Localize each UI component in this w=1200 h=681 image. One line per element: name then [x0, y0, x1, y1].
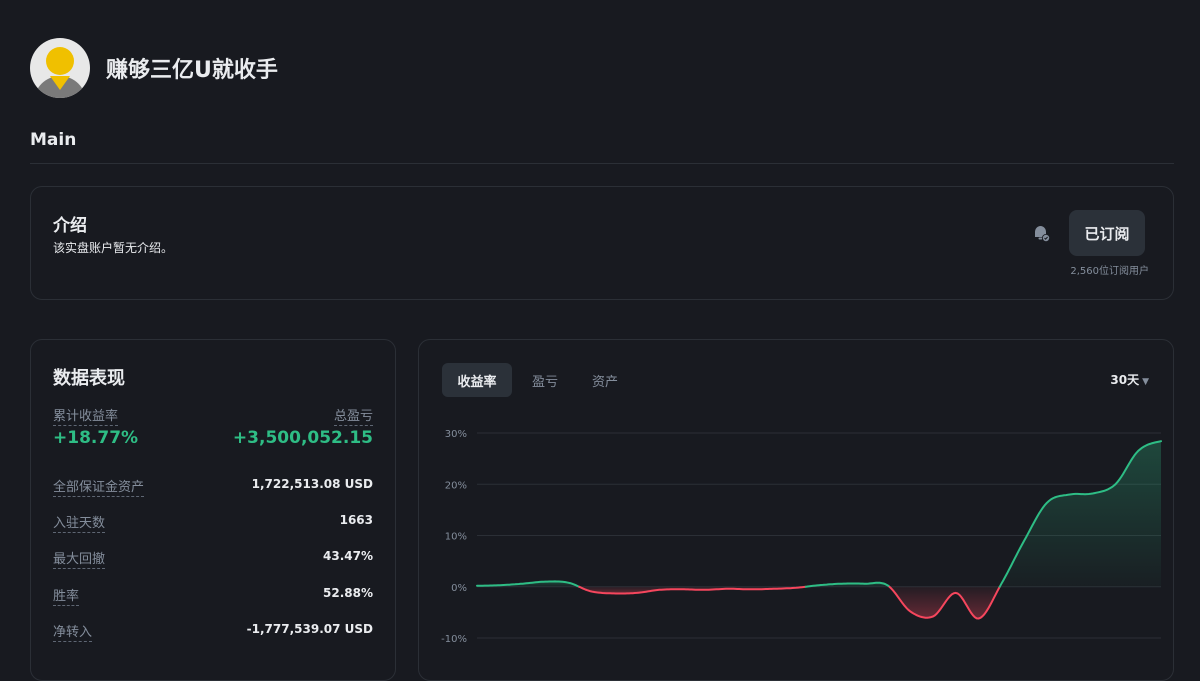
- avatar-collar: [50, 76, 70, 90]
- stats-title: 数据表现: [53, 368, 125, 389]
- notification-bell-icon[interactable]: [1031, 223, 1051, 243]
- avatar: [30, 38, 90, 98]
- stat-value-days: 1663: [339, 513, 373, 527]
- stat-label-margin-assets[interactable]: 全部保证金资产: [53, 476, 145, 497]
- intro-card: 介绍 该实盘账户暂无介绍。 已订阅 2,560位订阅用户: [30, 186, 1174, 300]
- section-title: Main: [30, 130, 77, 150]
- cumulative-return-label[interactable]: 累计收益率: [53, 405, 119, 426]
- positive-area: [999, 441, 1161, 587]
- stat-label-net-transfer[interactable]: 净转入: [53, 621, 93, 642]
- y-tick-label: 20%: [445, 480, 467, 491]
- y-tick-label: 10%: [445, 532, 467, 543]
- chart-card: 收益率 盈亏 资产 30天 ▼ 30% 20% 10% 0% -10%: [418, 339, 1174, 681]
- total-pnl-value: +3,500,052.15: [232, 428, 373, 448]
- stat-value-win-rate: 52.88%: [323, 586, 373, 600]
- stat-label-win-rate[interactable]: 胜率: [53, 585, 80, 606]
- intro-description: 该实盘账户暂无介绍。: [53, 241, 174, 255]
- y-tick-label: -10%: [441, 634, 467, 645]
- stat-value-net-transfer: -1,777,539.07 USD: [246, 622, 373, 636]
- subscriber-count: 2,560位订阅用户: [1070, 266, 1149, 277]
- subscribed-button[interactable]: 已订阅: [1069, 210, 1145, 256]
- stats-card: 数据表现 累计收益率 总盈亏 +18.77% +3,500,052.15 全部保…: [30, 339, 396, 681]
- total-pnl-label[interactable]: 总盈亏: [333, 405, 373, 426]
- return-chart: 30% 20% 10% 0% -10%: [441, 429, 1162, 645]
- stat-label-max-drawdown[interactable]: 最大回撤: [53, 548, 106, 569]
- profile-name: 赚够三亿U就收手: [106, 58, 278, 83]
- avatar-head: [46, 47, 74, 75]
- y-tick-label: 30%: [445, 429, 467, 440]
- intro-title: 介绍: [53, 216, 87, 236]
- cumulative-return-value: +18.77%: [53, 428, 139, 448]
- divider: [30, 163, 1174, 164]
- stat-value-margin-assets: 1,722,513.08 USD: [251, 477, 373, 491]
- stat-label-days[interactable]: 入驻天数: [53, 512, 106, 533]
- y-tick-label: 0%: [451, 583, 467, 594]
- stat-value-max-drawdown: 43.47%: [323, 549, 373, 563]
